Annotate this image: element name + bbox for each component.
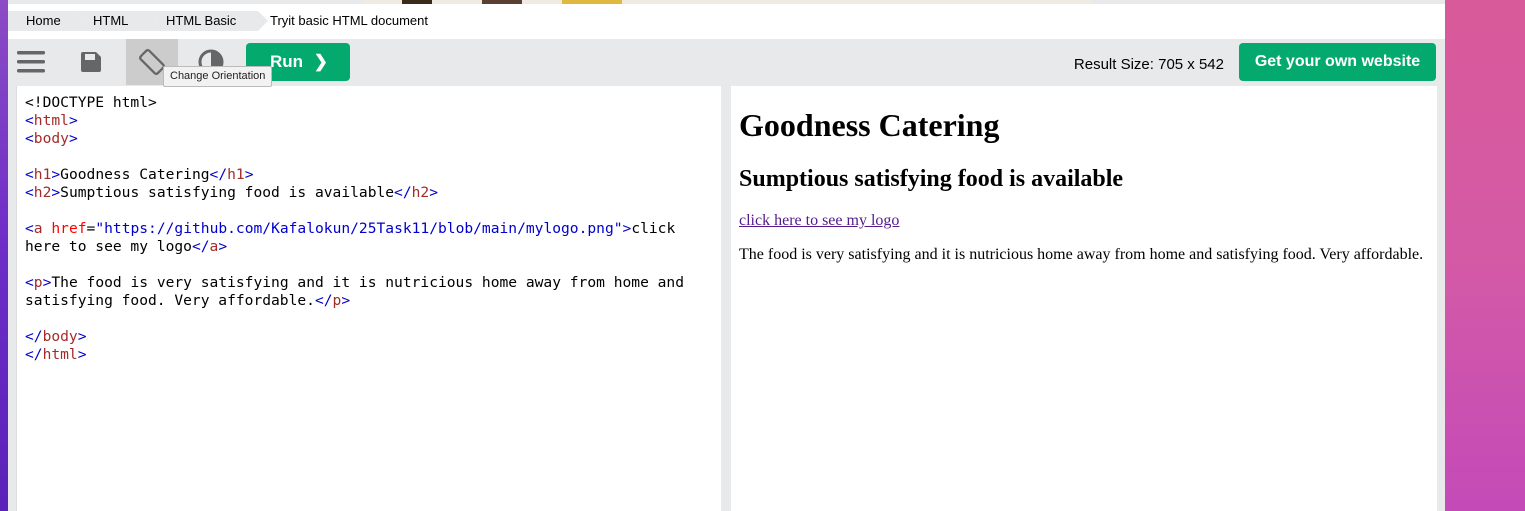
desktop-background-right [1445,0,1525,511]
chevron-right-icon: ❯ [313,52,328,71]
menu-button[interactable] [8,39,54,85]
breadcrumb-html[interactable]: HTML [75,11,158,31]
logo-link[interactable]: click here to see my logo [739,212,899,230]
result-heading-2: Sumptious satisfying food is available [739,166,1124,192]
result-paragraph: The food is very satisfying and it is nu… [739,246,1424,263]
code-editor[interactable]: <!DOCTYPE html> <html> <body> <h1>Goodne… [16,86,722,511]
pane-divider[interactable] [721,86,731,511]
result-pane: Goodness Catering Sumptious satisfying f… [731,86,1437,511]
result-heading-1: Goodness Catering [739,107,1000,143]
change-orientation-tooltip: Change Orientation [163,66,273,87]
code-content[interactable]: <!DOCTYPE html> <html> <body> <h1>Goodne… [25,94,684,364]
get-your-own-website-button[interactable]: Get your own website [1239,43,1436,81]
breadcrumb: Home HTML HTML Basic Tryit basic HTML do… [8,4,1445,39]
save-button[interactable] [68,39,114,85]
save-icon [81,52,101,72]
browser-window: Home HTML HTML Basic Tryit basic HTML do… [8,0,1445,511]
breadcrumb-home[interactable]: Home [8,11,85,31]
breadcrumb-current: Tryit basic HTML document [270,13,428,28]
desktop-background-left [0,0,8,511]
menu-icon [17,51,45,73]
breadcrumb-html-basic[interactable]: HTML Basic [148,11,268,31]
result-size-label: Result Size: 705 x 542 [1073,56,1224,73]
